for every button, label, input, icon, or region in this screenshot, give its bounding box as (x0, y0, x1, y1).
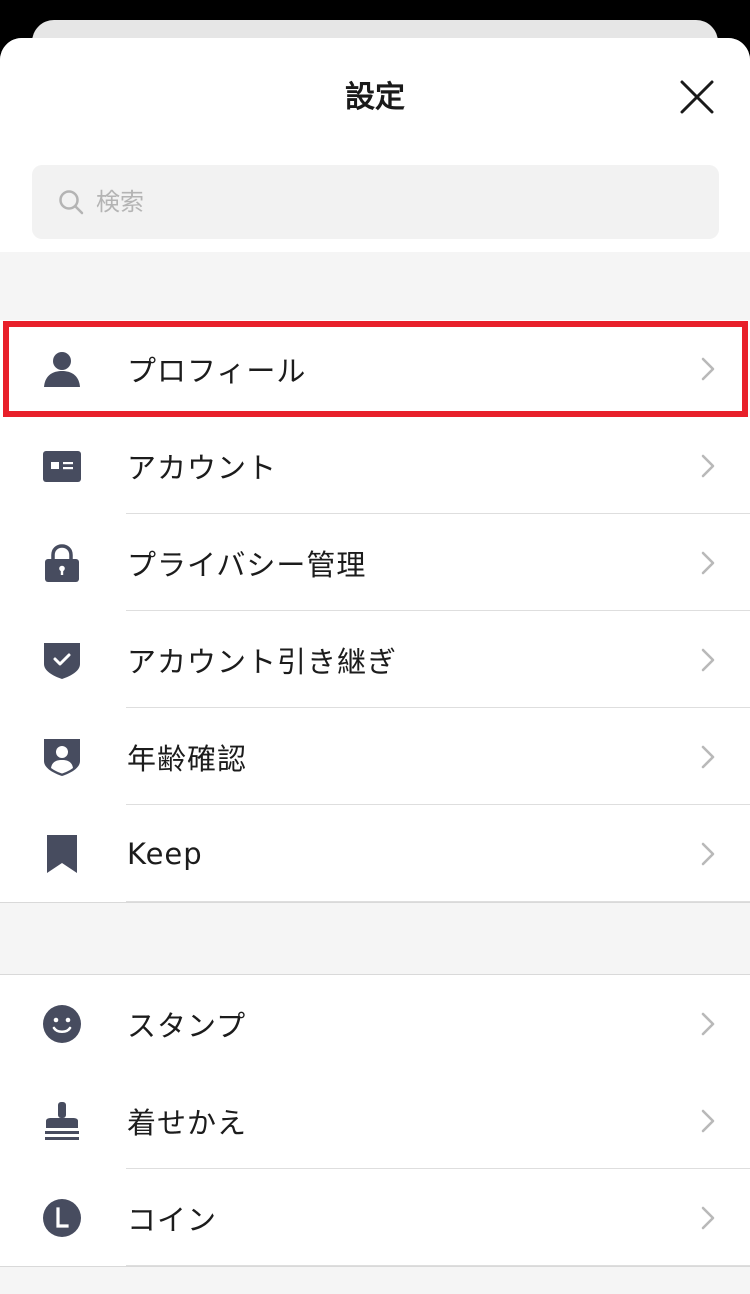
person-icon (42, 349, 82, 389)
bookmark-icon (42, 834, 82, 874)
divider (126, 1265, 750, 1266)
search-bar[interactable] (32, 165, 719, 239)
chevron-right-icon (700, 550, 716, 576)
chevron-right-icon (700, 1108, 716, 1134)
chevron-right-icon (700, 647, 716, 673)
settings-item-label: コイン (127, 1202, 218, 1237)
chevron-right-icon (700, 453, 716, 479)
settings-item-label: 着せかえ (127, 1105, 248, 1140)
settings-item-label: スタンプ (127, 1008, 247, 1043)
settings-item-age-verification[interactable]: 年齢確認 (0, 708, 750, 805)
settings-item-account-transfer[interactable]: アカウント引き継ぎ (0, 611, 750, 708)
chevron-right-icon (700, 744, 716, 770)
settings-item-profile[interactable]: プロフィール (0, 320, 750, 417)
search-input[interactable] (96, 188, 656, 216)
settings-item-privacy[interactable]: プライバシー管理 (0, 514, 750, 611)
chevron-right-icon (700, 356, 716, 382)
settings-item-label: プライバシー管理 (127, 547, 367, 582)
settings-item-label: 年齢確認 (127, 741, 248, 776)
header: 設定 (0, 38, 750, 252)
settings-item-account[interactable]: アカウント (0, 417, 750, 514)
settings-item-label: アカウント引き継ぎ (127, 644, 398, 679)
settings-item-keep[interactable]: Keep (0, 805, 750, 902)
shield-person-icon (42, 737, 82, 777)
close-icon (680, 80, 714, 114)
settings-group-content: スタンプ 着せかえ コイン (0, 974, 750, 1267)
shield-check-icon (42, 640, 82, 680)
chevron-right-icon (700, 1011, 716, 1037)
chevron-right-icon (700, 1205, 716, 1231)
settings-item-themes[interactable]: 着せかえ (0, 1072, 750, 1169)
stamp-brush-icon (42, 1101, 82, 1141)
page-title: 設定 (345, 80, 405, 115)
divider (126, 901, 750, 902)
settings-item-stickers[interactable]: スタンプ (0, 975, 750, 1072)
chevron-right-icon (700, 841, 716, 867)
coin-icon (42, 1198, 82, 1238)
settings-item-label: Keep (127, 836, 203, 871)
id-card-icon (42, 446, 82, 486)
settings-sheet: 設定 プロフィール (0, 38, 750, 1294)
settings-item-label: アカウント (127, 450, 278, 485)
settings-item-coins[interactable]: コイン (0, 1169, 750, 1266)
lock-icon (42, 543, 82, 583)
search-icon (58, 189, 84, 215)
settings-item-label: プロフィール (127, 353, 307, 388)
close-button[interactable] (680, 80, 714, 114)
settings-group-account: プロフィール アカウント プライバシー管理 アカウント引き継ぎ 年齢確認 Kee… (0, 320, 750, 903)
smiley-icon (42, 1004, 82, 1044)
